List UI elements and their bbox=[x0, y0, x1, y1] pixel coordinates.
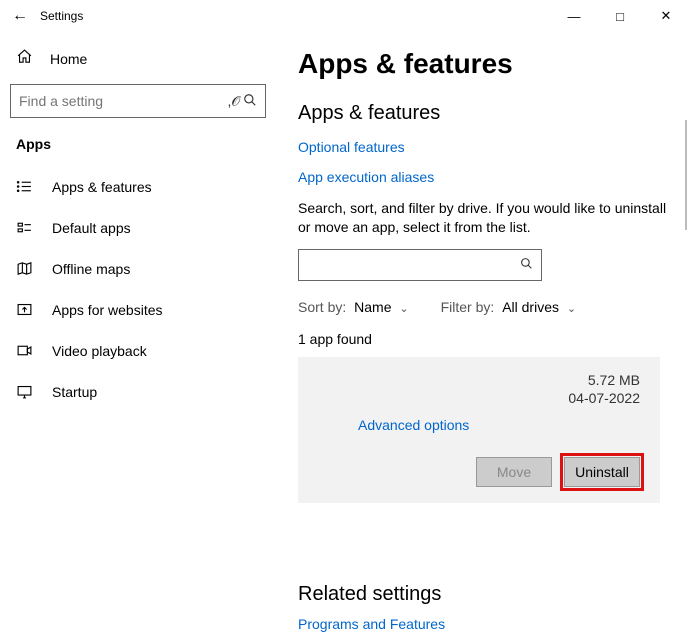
main-content: Apps & features Apps & features Optional… bbox=[280, 32, 689, 587]
app-date: 04-07-2022 bbox=[568, 389, 640, 407]
sidebar-item-apps-websites[interactable]: Apps for websites bbox=[10, 289, 270, 330]
sidebar-item-video-playback[interactable]: Video playback bbox=[10, 330, 270, 371]
back-button[interactable]: ← bbox=[0, 7, 40, 25]
filter-by-dropdown[interactable]: Filter by: All drives ⌄ bbox=[441, 299, 576, 315]
filter-value: All drives bbox=[502, 299, 559, 315]
defaults-icon bbox=[16, 219, 34, 236]
chevron-down-icon: ⌄ bbox=[567, 303, 576, 315]
chevron-down-icon: ⌄ bbox=[399, 303, 408, 315]
category-label: Apps bbox=[10, 136, 270, 166]
sidebar-item-offline-maps[interactable]: Offline maps bbox=[10, 248, 270, 289]
close-button[interactable]: ✕ bbox=[643, 0, 689, 32]
list-icon bbox=[16, 178, 34, 195]
description-text: Search, sort, and filter by drive. If yo… bbox=[298, 199, 667, 237]
section-heading: Apps & features bbox=[298, 102, 667, 125]
filter-label: Filter by: bbox=[441, 299, 495, 315]
home-icon bbox=[16, 48, 34, 70]
nav-label: Startup bbox=[52, 384, 97, 400]
result-count: 1 app found bbox=[298, 331, 667, 347]
advanced-options-link[interactable]: Advanced options bbox=[318, 407, 640, 457]
nav-label: Apps & features bbox=[52, 179, 152, 195]
home-label: Home bbox=[50, 51, 87, 67]
map-icon bbox=[16, 260, 34, 277]
app-search[interactable] bbox=[298, 249, 542, 281]
startup-icon bbox=[16, 383, 34, 400]
home-nav[interactable]: Home bbox=[10, 40, 270, 84]
app-execution-aliases-link[interactable]: App execution aliases bbox=[298, 169, 667, 185]
find-setting-input[interactable] bbox=[19, 93, 227, 109]
uninstall-button[interactable]: Uninstall bbox=[564, 457, 640, 487]
minimize-button[interactable]: — bbox=[551, 0, 597, 32]
nav-label: Apps for websites bbox=[52, 302, 163, 318]
move-button[interactable]: Move bbox=[476, 457, 552, 487]
search-icon bbox=[520, 257, 533, 273]
sort-value: Name bbox=[354, 299, 391, 315]
nav-label: Default apps bbox=[52, 220, 131, 236]
programs-features-link[interactable]: Programs and Features bbox=[298, 616, 667, 632]
nav-label: Video playback bbox=[52, 343, 147, 359]
sort-by-dropdown[interactable]: Sort by: Name ⌄ bbox=[298, 299, 409, 315]
sidebar-item-apps-features[interactable]: Apps & features bbox=[10, 166, 270, 207]
find-setting-search[interactable]: ,𝒪 bbox=[10, 84, 266, 118]
nav-label: Offline maps bbox=[52, 261, 130, 277]
app-search-input[interactable] bbox=[307, 257, 520, 273]
sort-label: Sort by: bbox=[298, 299, 346, 315]
app-size: 5.72 MB bbox=[568, 371, 640, 389]
window-title: Settings bbox=[40, 9, 83, 23]
search-icon bbox=[243, 93, 257, 110]
open-icon bbox=[16, 301, 34, 318]
page-heading: Apps & features bbox=[298, 48, 667, 80]
sidebar-item-startup[interactable]: Startup bbox=[10, 371, 270, 412]
search-icon: ,𝒪 bbox=[227, 93, 243, 110]
app-list-item[interactable]: 5.72 MB 04-07-2022 Advanced options Move… bbox=[298, 357, 660, 503]
optional-features-link[interactable]: Optional features bbox=[298, 139, 667, 155]
maximize-button[interactable]: □ bbox=[597, 0, 643, 32]
sidebar-item-default-apps[interactable]: Default apps bbox=[10, 207, 270, 248]
scrollbar[interactable] bbox=[685, 120, 687, 230]
video-icon bbox=[16, 342, 34, 359]
sidebar: Home ,𝒪 Apps Apps & features Default app… bbox=[0, 32, 280, 587]
